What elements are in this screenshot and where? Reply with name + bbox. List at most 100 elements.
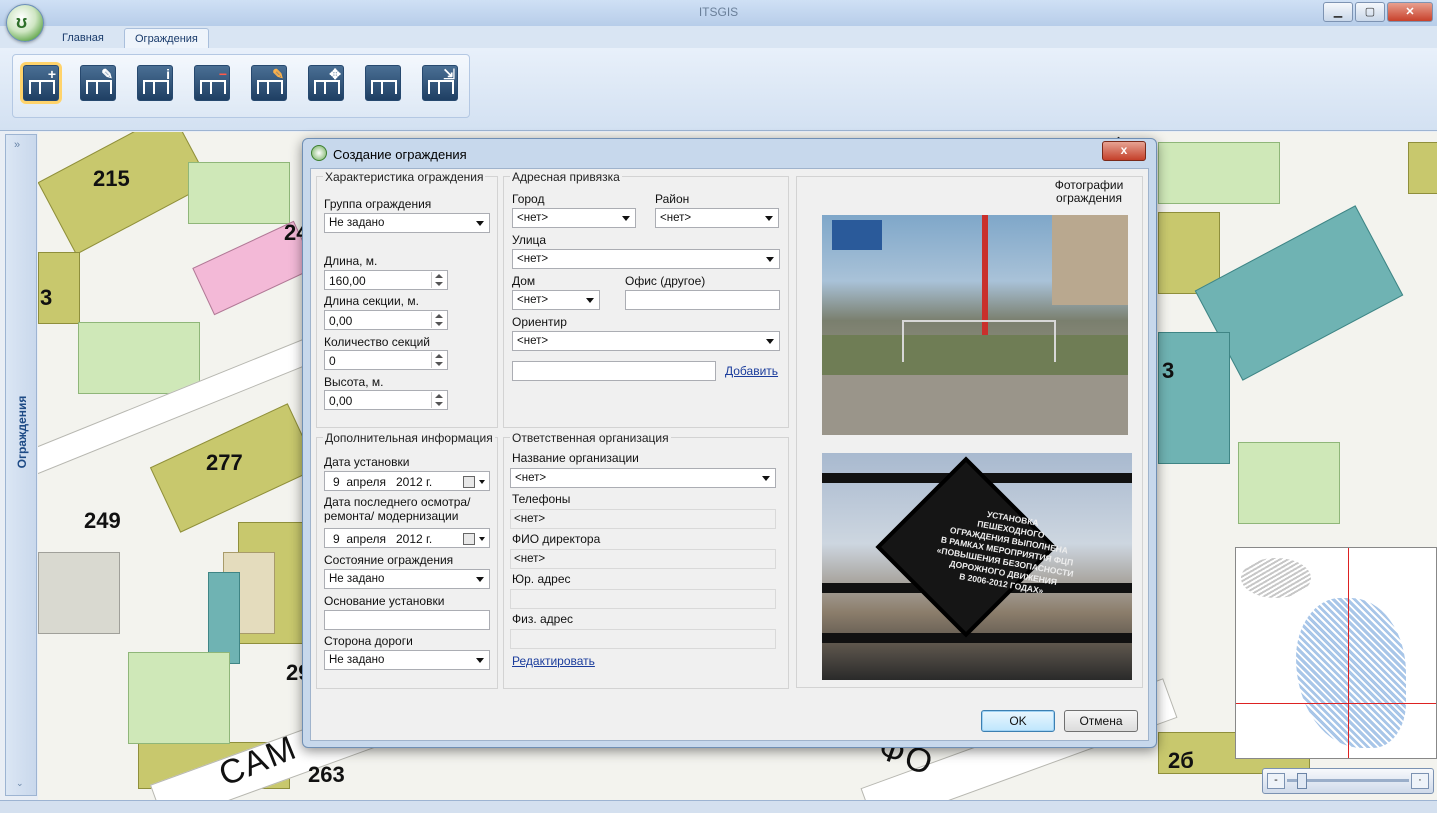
chevron-down-icon [765,216,773,221]
zoom-slider[interactable]: - · [1262,768,1434,794]
expand-chevron-icon[interactable]: » [14,139,20,151]
stepper-buttons[interactable] [431,352,446,368]
map-label: 2б [1168,748,1194,773]
install-basis-input[interactable] [324,610,490,630]
physical-address-label: Физ. адрес [512,612,574,626]
landmark-extra-input[interactable] [512,361,716,381]
district-select[interactable]: <нет> [655,208,779,228]
close-button[interactable]: ✕ [1387,2,1433,22]
office-label: Офис (другое) [625,274,706,288]
group-title: Адресная привязка [510,170,622,184]
calendar-icon[interactable] [463,476,475,488]
director-label: ФИО директора [512,532,601,546]
stepper-buttons[interactable] [431,272,446,288]
photo-road [822,375,1128,435]
status-bar [0,800,1437,813]
add-link[interactable]: Добавить [725,364,778,378]
house-label: Дом [512,274,536,288]
calendar-icon[interactable] [463,533,475,545]
fence-photos-group: Фотографии ограждения УСТАНОВКА ПЕШЕХОДНО… [796,176,1143,688]
zoom-out-button[interactable]: - [1267,773,1285,789]
group-title: Дополнительная информация [323,431,495,445]
landmark-select[interactable]: <нет> [512,331,780,351]
inspection-date-label: Дата последнего осмотра/ ремонта/ модерн… [324,495,471,523]
fence-info-icon[interactable]: i [137,65,173,101]
road-side-select[interactable]: Не задано [324,650,490,670]
edit-link[interactable]: Редактировать [512,654,595,668]
map-label: 3 [40,285,53,310]
fence-edit-icon[interactable]: ✎ [80,65,116,101]
maximize-button[interactable]: ▢ [1355,2,1385,22]
window-titlebar: ITSGIS ▁ ▢ ✕ [0,0,1437,27]
chevron-down-icon [766,257,774,262]
fence-delete-icon[interactable]: − [194,65,230,101]
height-label: Высота, м. [324,375,384,389]
responsible-org-group: Ответственная организация Название орган… [503,431,789,689]
install-basis-label: Основание установки [324,594,445,608]
minimap-area [1296,598,1406,748]
inspection-date-picker[interactable]: 9 апреля 2012 г. [324,528,490,548]
dialog-close-button[interactable]: x [1102,141,1146,161]
additional-info-group: Дополнительная информация Дата установки… [316,431,498,689]
collapse-chevron-icon[interactable]: ⌄ [16,778,24,789]
map-label: 263 [308,762,345,787]
photos-title: Фотографии ограждения [1054,178,1124,205]
install-date-picker[interactable]: 9 апреля 2012 г. [324,471,490,491]
fence-add-icon[interactable]: + [23,65,59,101]
map-building [1408,142,1437,194]
section-length-stepper[interactable]: 0,00 [324,310,448,330]
ok-button[interactable]: OK [981,710,1055,732]
zoom-thumb[interactable] [1297,773,1307,789]
fence-photo-1[interactable] [822,215,1128,435]
tab-main[interactable]: Главная [52,28,114,48]
street-select[interactable]: <нет> [512,249,780,269]
map-building [38,552,120,634]
app-orb-icon[interactable]: ʊ [6,4,44,42]
fence-pen-icon[interactable]: ✎ [251,65,287,101]
window-title: ITSGIS [698,5,739,19]
minimap-crosshair-h [1236,703,1436,704]
city-select[interactable]: <нет> [512,208,636,228]
office-input[interactable] [625,290,780,310]
org-name-select[interactable]: <нет> [510,468,776,488]
landmark-label: Ориентир [512,315,567,329]
group-title: Ответственная организация [510,431,671,445]
photo-fence [902,320,1056,362]
section-length-label: Длина секции, м. [324,294,419,308]
minimap-crosshair-v [1348,548,1349,758]
fence-state-select[interactable]: Не задано [324,569,490,589]
house-select[interactable]: <нет> [512,290,600,310]
stepper-buttons[interactable] [431,392,446,408]
fence-export-icon[interactable]: ⇲ [422,65,458,101]
chevron-down-icon [766,339,774,344]
map-label: 215 [93,166,130,191]
cancel-button[interactable]: Отмена [1064,710,1138,732]
fence-move-icon[interactable]: ✥ [308,65,344,101]
sidebar-label-fences[interactable]: Ограждения [15,382,29,482]
overview-minimap[interactable] [1235,547,1437,759]
city-label: Город [512,192,545,206]
tab-fences[interactable]: Ограждения [124,28,209,49]
legal-address-label: Юр. адрес [512,572,571,586]
photo-sign [832,220,882,250]
fence-icon[interactable] [365,65,401,101]
zoom-in-button[interactable]: · [1411,773,1429,789]
district-label: Район [655,192,690,206]
minimize-button[interactable]: ▁ [1323,2,1353,22]
group-label: Группа ограждения [324,197,432,211]
fence-photo-2[interactable]: УСТАНОВКА ПЕШЕХОДНОГО ОГРАЖДЕНИЯ ВЫПОЛНЕНА… [822,453,1132,680]
ribbon: + ✎ i − ✎ ✥ ⇲ [0,48,1437,131]
sections-count-stepper[interactable]: 0 [324,350,448,370]
sidebar-panel[interactable]: » Ограждения ⌄ [5,134,37,796]
stepper-buttons[interactable] [431,312,446,328]
director-field: <нет> [510,549,776,569]
length-stepper[interactable]: 160,00 [324,270,448,290]
street-label: Улица [512,233,547,247]
map-building [208,572,240,664]
org-name-label: Название организации [512,451,639,465]
ribbon-tabs: Главная Ограждения [0,26,1437,49]
chevron-down-icon [479,537,485,541]
height-stepper[interactable]: 0,00 [324,390,448,410]
dialog-title-bar: Создание ограждения [311,145,467,162]
fence-group-select[interactable]: Не задано [324,213,490,233]
